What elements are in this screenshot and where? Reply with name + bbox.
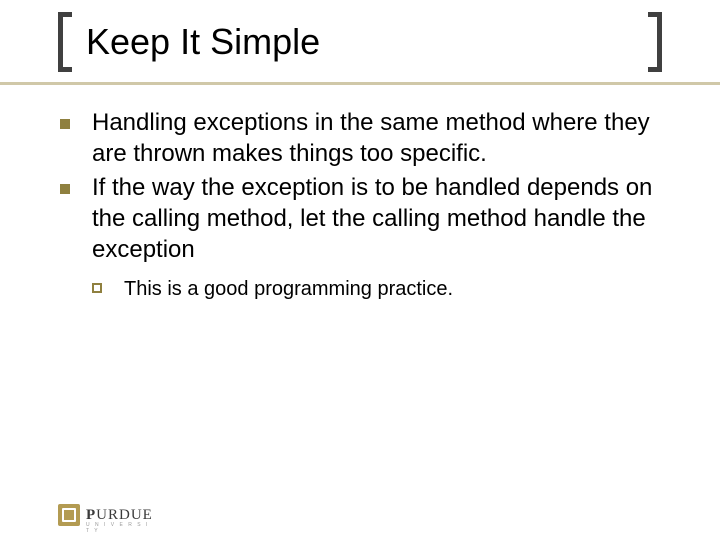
sub-bullet-text: This is a good programming practice. <box>124 276 453 302</box>
bullet-item: Handling exceptions in the same method w… <box>60 108 670 169</box>
logo-subtext: U N I V E R S I T Y <box>86 522 153 534</box>
title-row: Keep It Simple <box>58 12 662 72</box>
bullet-item: If the way the exception is to be handle… <box>60 173 670 265</box>
purdue-logo: PURDUE U N I V E R S I T Y <box>58 504 153 526</box>
logo-mark-icon <box>58 504 80 526</box>
square-bullet-icon <box>60 119 70 129</box>
bullet-text: Handling exceptions in the same method w… <box>92 108 670 169</box>
logo-bold: P <box>86 507 96 523</box>
logo-wordmark: PURDUE <box>86 507 153 524</box>
bracket-right-icon <box>648 12 662 72</box>
divider <box>0 82 720 85</box>
content-area: Handling exceptions in the same method w… <box>60 108 670 302</box>
sub-bullet-item: This is a good programming practice. <box>92 276 670 302</box>
logo-rest: URDUE <box>96 507 153 523</box>
square-bullet-icon <box>60 184 70 194</box>
bullet-text: If the way the exception is to be handle… <box>92 173 670 265</box>
slide-title: Keep It Simple <box>86 21 320 63</box>
hollow-square-bullet-icon <box>92 283 102 293</box>
bracket-left-icon <box>58 12 72 72</box>
